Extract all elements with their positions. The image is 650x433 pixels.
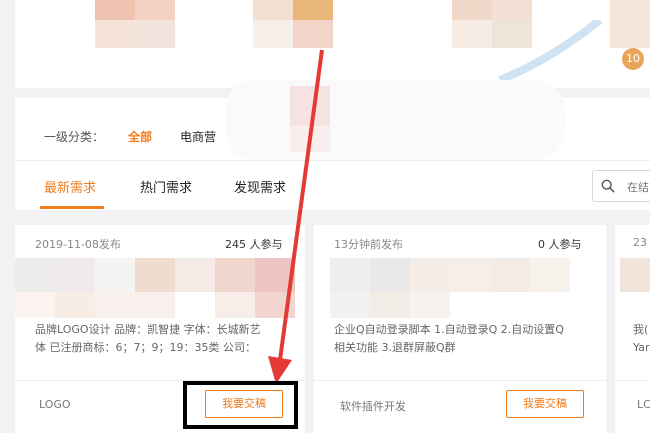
highlight-box — [183, 381, 298, 429]
annotation-arrow — [268, 49, 324, 384]
page: 10 一级分类： 全部 电商营 最新需求 热门需求 发现需求 在结 2019-1… — [0, 0, 650, 433]
